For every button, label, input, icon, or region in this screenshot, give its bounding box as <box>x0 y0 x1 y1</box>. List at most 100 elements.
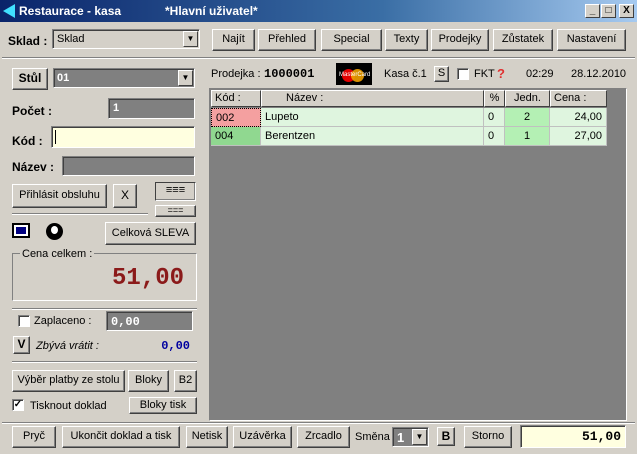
clear-button[interactable]: X <box>113 184 137 208</box>
monitor-screen <box>16 227 26 234</box>
left-divider-2 <box>12 308 197 310</box>
pay-from-table-button[interactable]: Výběr platby ze stolu <box>12 370 125 392</box>
prodejka-value: 1000001 <box>264 67 315 81</box>
b2-button[interactable]: B2 <box>174 370 197 392</box>
bloky-tisk-button[interactable]: Bloky tisk <box>129 397 197 414</box>
user-icon[interactable] <box>46 223 63 240</box>
app-title: Restaurace - kasa <box>19 4 122 18</box>
sklad-select[interactable]: Sklad ▼ <box>52 29 200 49</box>
row-name: Berentzen <box>261 127 484 146</box>
paid-input-value: 0,00 <box>111 315 140 329</box>
b-button[interactable]: B <box>437 427 455 446</box>
left-divider-1 <box>12 213 148 215</box>
row-name: Lupeto <box>261 108 484 127</box>
mastercard-logo-text: MasterCard <box>339 72 371 78</box>
title-bar: Restaurace - kasa *Hlavní uživatel* _ □ … <box>0 0 637 22</box>
zustatek-button[interactable]: Zůstatek <box>493 29 553 51</box>
row-pct: 0 <box>484 108 505 127</box>
sklad-label: Sklad : <box>8 34 48 48</box>
pocet-input-value: 1 <box>113 102 120 114</box>
netisk-button[interactable]: Netisk <box>186 426 228 448</box>
total-value: 51,00 <box>111 265 184 292</box>
clock-date: 28.12.2010 <box>571 68 627 80</box>
pryc-button[interactable]: Pryč <box>12 426 56 448</box>
special-button[interactable]: Special <box>321 29 382 51</box>
kasa-label: Kasa č.1 <box>384 68 427 80</box>
uzaverka-button[interactable]: Uzávěrka <box>233 426 292 448</box>
bottom-total-value: 51,00 <box>581 429 621 444</box>
pocet-input[interactable]: 1 <box>108 98 195 119</box>
clock-time: 02:29 <box>526 68 554 80</box>
smena-label: Směna <box>355 431 390 443</box>
najit-button[interactable]: Najít <box>212 29 255 51</box>
chevron-down-icon[interactable]: ▼ <box>183 31 198 47</box>
bottom-total-display: 51,00 <box>520 425 626 448</box>
monitor-icon[interactable] <box>12 223 30 238</box>
bottom-divider <box>2 422 635 424</box>
bloky-button[interactable]: Bloky <box>128 370 169 392</box>
minimize-button[interactable]: _ <box>585 4 600 18</box>
text-cursor <box>55 130 56 144</box>
total-label: Cena celkem : <box>20 248 95 260</box>
v-button[interactable]: V <box>13 336 30 354</box>
paid-label: Zaplaceno : <box>34 315 92 327</box>
table-row[interactable]: 002 Lupeto 0 2 24,00 <box>211 108 607 127</box>
app-icon <box>3 4 15 18</box>
row-code: 002 <box>211 108 261 127</box>
grid-header-cena[interactable]: Cena : <box>550 90 607 107</box>
grid-header-jedn[interactable]: Jedn. <box>505 90 550 107</box>
row-pct: 0 <box>484 127 505 146</box>
grid-header-pct[interactable]: % <box>484 90 505 107</box>
prodejka-label: Prodejka : <box>211 68 261 80</box>
paid-checkbox[interactable] <box>18 315 30 327</box>
paid-input[interactable]: 0,00 <box>106 311 193 331</box>
print-checkbox[interactable]: ✓ <box>12 399 24 411</box>
login-staff-button[interactable]: Přihlásit obsluhu <box>12 184 107 208</box>
order-items-grid[interactable]: Kód : Název : % Jedn. Cena : 002 Lupeto … <box>209 88 627 421</box>
grid-header-nazev[interactable]: Název : <box>261 90 484 107</box>
smena-select[interactable]: 1 ▼ <box>392 427 429 447</box>
fkt-checkbox[interactable] <box>457 68 469 80</box>
prodejky-button[interactable]: Prodejky <box>431 29 489 51</box>
chevron-down-icon[interactable]: ▼ <box>178 70 193 86</box>
document-title: *Hlavní uživatel* <box>165 4 258 18</box>
left-divider-3 <box>12 361 197 363</box>
help-icon[interactable]: ? <box>497 66 505 81</box>
texty-button[interactable]: Texty <box>385 29 428 51</box>
chevron-down-icon[interactable]: ▼ <box>412 429 427 445</box>
user-icon-face <box>51 226 58 234</box>
kod-label: Kód : <box>12 134 43 148</box>
close-button[interactable]: X <box>619 4 634 18</box>
finish-print-button[interactable]: Ukončit doklad a tisk <box>62 426 180 448</box>
table-row[interactable]: 004 Berentzen 0 1 27,00 <box>211 127 607 146</box>
pocet-label: Počet : <box>12 104 53 118</box>
change-value: 0,00 <box>161 339 190 353</box>
layout-button-2[interactable]: === <box>155 205 196 217</box>
row-unit: 1 <box>505 127 550 146</box>
s-button[interactable]: S <box>434 66 449 82</box>
sklad-select-value: Sklad <box>57 33 85 45</box>
stul-button[interactable]: Stůl <box>12 68 48 90</box>
toolbar-divider <box>2 57 635 59</box>
print-label: Tisknout doklad <box>30 400 107 412</box>
kod-input[interactable] <box>51 126 195 148</box>
stul-select-value: 01 <box>57 72 70 84</box>
prehled-button[interactable]: Přehled <box>258 29 316 51</box>
zrcadlo-button[interactable]: Zrcadlo <box>297 426 350 448</box>
row-price: 27,00 <box>550 127 607 146</box>
grid-header-kod[interactable]: Kód : <box>211 90 261 107</box>
stul-select[interactable]: 01 ▼ <box>53 68 195 88</box>
smena-select-value: 1 <box>397 430 405 445</box>
total-discount-button[interactable]: Celková SLEVA <box>105 222 196 245</box>
fkt-label: FKT <box>474 68 495 80</box>
layout-button-1[interactable]: ≡≡≡ <box>155 182 196 201</box>
maximize-button[interactable]: □ <box>601 4 616 18</box>
row-unit: 2 <box>505 108 550 127</box>
storno-button[interactable]: Storno <box>464 426 512 448</box>
mastercard-logo: MasterCard <box>336 63 372 85</box>
change-label: Zbývá vrátit : <box>36 340 99 352</box>
row-code: 004 <box>211 127 261 146</box>
nazev-input[interactable] <box>62 156 195 176</box>
row-price: 24,00 <box>550 108 607 127</box>
nastaveni-button[interactable]: Nastavení <box>557 29 626 51</box>
